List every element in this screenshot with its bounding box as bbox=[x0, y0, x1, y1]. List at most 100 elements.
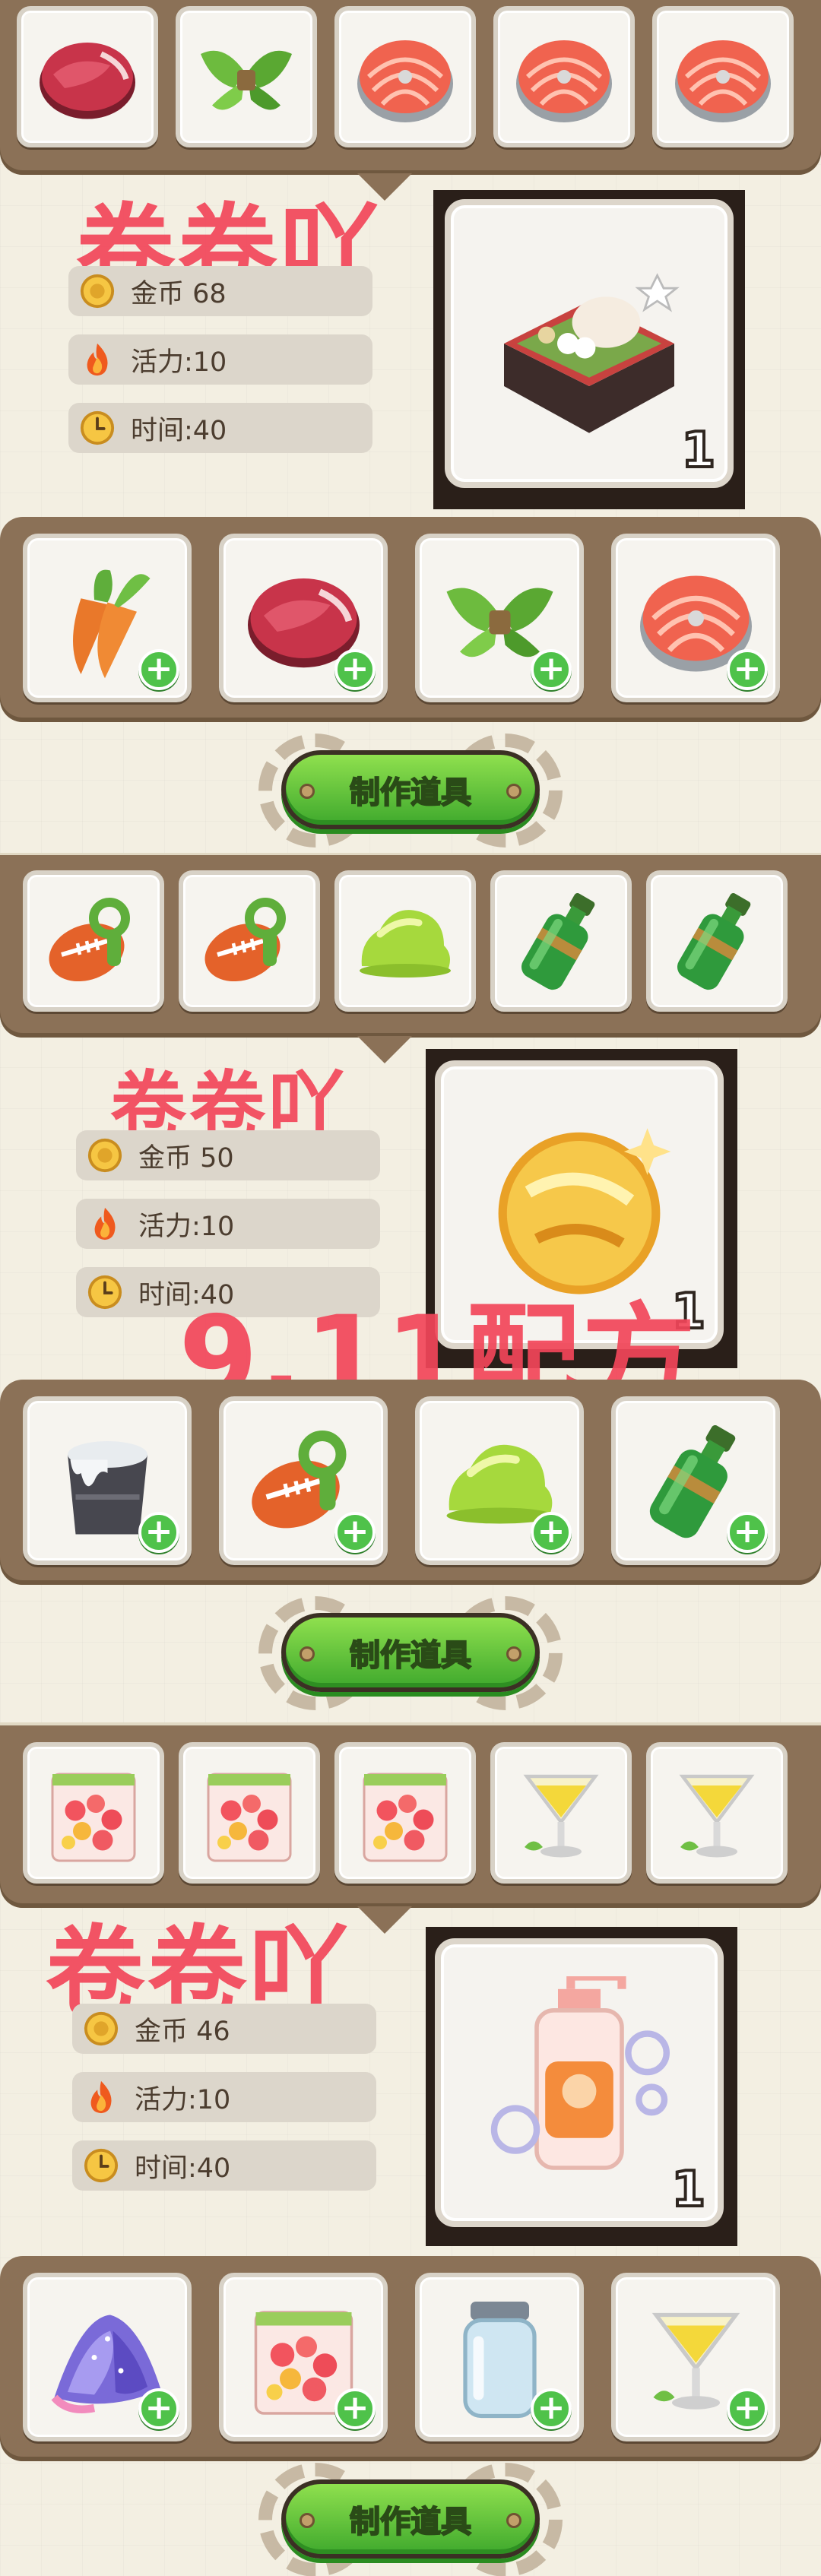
salmon-steak-icon bbox=[348, 20, 462, 134]
add-icon[interactable]: + bbox=[334, 2388, 376, 2429]
requirement-tray: + + + + bbox=[0, 2256, 821, 2461]
raw-meat-icon bbox=[30, 20, 144, 134]
craft-button-area: 制作道具 bbox=[258, 1596, 563, 1710]
recipe-panel-3: 卷卷吖 金币 46 活力:10 时间:40 1 + + + + 制作道具 bbox=[0, 1725, 821, 2576]
flame-icon bbox=[83, 2079, 119, 2115]
time-cost-label: 时间:40 bbox=[131, 415, 227, 446]
coin-cost-label: 金币 68 bbox=[131, 278, 227, 309]
ingredient-slot[interactable] bbox=[23, 1742, 164, 1884]
ingredient-slot[interactable] bbox=[334, 870, 476, 1012]
requirement-slot[interactable]: + bbox=[219, 534, 388, 702]
product-card[interactable]: 1 bbox=[435, 1938, 724, 2227]
time-cost-label: 时间:40 bbox=[135, 2153, 231, 2184]
add-icon[interactable]: + bbox=[334, 649, 376, 690]
ingredient-slot[interactable] bbox=[23, 870, 164, 1012]
flame-icon bbox=[87, 1206, 123, 1242]
coin-cost-label: 金币 46 bbox=[135, 2016, 230, 2047]
add-icon[interactable]: + bbox=[138, 2388, 179, 2429]
coin-icon bbox=[83, 2010, 119, 2047]
green-bottle-icon bbox=[504, 884, 618, 998]
craft-button-area: 制作道具 bbox=[258, 734, 563, 848]
coin-cost-label: 金币 50 bbox=[138, 1142, 234, 1174]
add-icon[interactable]: + bbox=[138, 1512, 179, 1553]
ingredient-slot[interactable] bbox=[179, 870, 320, 1012]
ingredient-slot[interactable] bbox=[652, 6, 794, 147]
ingredient-slot[interactable] bbox=[646, 870, 788, 1012]
energy-cost: 活力:10 bbox=[76, 1199, 380, 1249]
orange-football-whistle-icon bbox=[192, 884, 306, 998]
cocktail-glass-icon bbox=[504, 1756, 618, 1870]
clock-icon bbox=[83, 2147, 119, 2184]
coin-cost: 金币 46 bbox=[72, 2004, 376, 2054]
ingredient-tray bbox=[0, 855, 821, 1063]
craft-button[interactable]: 制作道具 bbox=[281, 750, 540, 829]
requirement-slot[interactable]: + bbox=[415, 2273, 584, 2441]
requirement-slot[interactable]: + bbox=[415, 534, 584, 702]
craft-button[interactable]: 制作道具 bbox=[281, 2479, 540, 2559]
orange-football-whistle-icon bbox=[36, 884, 151, 998]
requirement-slot[interactable]: + bbox=[611, 1396, 780, 1565]
recipe-panel-2: 卷卷吖 金币 50 活力:10 时间:40 1 9.11配方 + + + + 制… bbox=[0, 855, 821, 1725]
energy-cost-label: 活力:10 bbox=[131, 347, 227, 378]
energy-cost: 活力:10 bbox=[72, 2072, 376, 2122]
coin-cost: 金币 50 bbox=[76, 1130, 380, 1180]
salmon-steak-icon bbox=[666, 20, 780, 134]
ingredient-slot[interactable] bbox=[493, 6, 635, 147]
flame-icon bbox=[79, 341, 116, 378]
energy-cost-label: 活力:10 bbox=[135, 2084, 231, 2115]
requirement-slot[interactable]: + bbox=[415, 1396, 584, 1565]
salmon-steak-icon bbox=[507, 20, 621, 134]
add-icon[interactable]: + bbox=[531, 2388, 572, 2429]
ingredient-slot[interactable] bbox=[334, 6, 476, 147]
requirement-slot[interactable]: + bbox=[23, 1396, 192, 1565]
coin-cost: 金币 68 bbox=[68, 266, 372, 316]
green-herb-bundle-icon bbox=[189, 20, 303, 134]
craft-button-label: 制作道具 bbox=[349, 2504, 472, 2540]
fruit-bag-icon bbox=[192, 1756, 306, 1870]
fruit-bag-icon bbox=[348, 1756, 462, 1870]
requirement-slot[interactable]: + bbox=[219, 2273, 388, 2441]
ingredient-slot[interactable] bbox=[334, 1742, 476, 1884]
fruit-bag-icon bbox=[36, 1756, 151, 1870]
requirement-tray: + + + + bbox=[0, 517, 821, 722]
ingredient-slot[interactable] bbox=[490, 1742, 632, 1884]
ingredient-slot[interactable] bbox=[179, 1742, 320, 1884]
add-icon[interactable]: + bbox=[531, 1512, 572, 1553]
product-card[interactable]: 1 bbox=[445, 199, 734, 488]
ingredient-slot[interactable] bbox=[646, 1742, 788, 1884]
energy-cost-label: 活力:10 bbox=[138, 1211, 235, 1242]
add-icon[interactable]: + bbox=[531, 649, 572, 690]
ingredient-slot[interactable] bbox=[490, 870, 632, 1012]
product-count: 1 bbox=[680, 421, 716, 480]
craft-button-label: 制作道具 bbox=[349, 775, 472, 811]
craft-button[interactable]: 制作道具 bbox=[281, 1613, 540, 1692]
green-slime-icon bbox=[348, 884, 462, 998]
green-bottle-icon bbox=[660, 884, 774, 998]
requirement-slot[interactable]: + bbox=[611, 2273, 780, 2441]
requirement-slot[interactable]: + bbox=[23, 534, 192, 702]
coin-icon bbox=[79, 273, 116, 309]
clock-icon bbox=[87, 1274, 123, 1310]
add-icon[interactable]: + bbox=[138, 649, 179, 690]
requirement-slot[interactable]: + bbox=[611, 534, 780, 702]
ingredient-slot[interactable] bbox=[17, 6, 158, 147]
cocktail-glass-icon bbox=[660, 1756, 774, 1870]
requirement-slot[interactable]: + bbox=[23, 2273, 192, 2441]
add-icon[interactable]: + bbox=[727, 649, 768, 690]
requirement-tray: + + + + bbox=[0, 1380, 821, 1585]
product-count: 1 bbox=[670, 2160, 706, 2220]
bubble-soap-bottle-icon bbox=[473, 1976, 686, 2189]
craft-button-label: 制作道具 bbox=[349, 1637, 472, 1674]
time-cost: 时间:40 bbox=[68, 403, 372, 453]
coin-icon bbox=[87, 1137, 123, 1174]
energy-cost: 活力:10 bbox=[68, 334, 372, 385]
ingredient-tray bbox=[0, 0, 821, 201]
ingredient-slot[interactable] bbox=[176, 6, 317, 147]
clock-icon bbox=[79, 410, 116, 446]
add-icon[interactable]: + bbox=[727, 2388, 768, 2429]
requirement-slot[interactable]: + bbox=[219, 1396, 388, 1565]
add-icon[interactable]: + bbox=[334, 1512, 376, 1553]
recipe-panel-1: 卷卷吖 金币 68 活力:10 时间:40 1 + + + + 制作道具 bbox=[0, 0, 821, 855]
time-cost: 时间:40 bbox=[72, 2140, 376, 2191]
add-icon[interactable]: + bbox=[727, 1512, 768, 1553]
